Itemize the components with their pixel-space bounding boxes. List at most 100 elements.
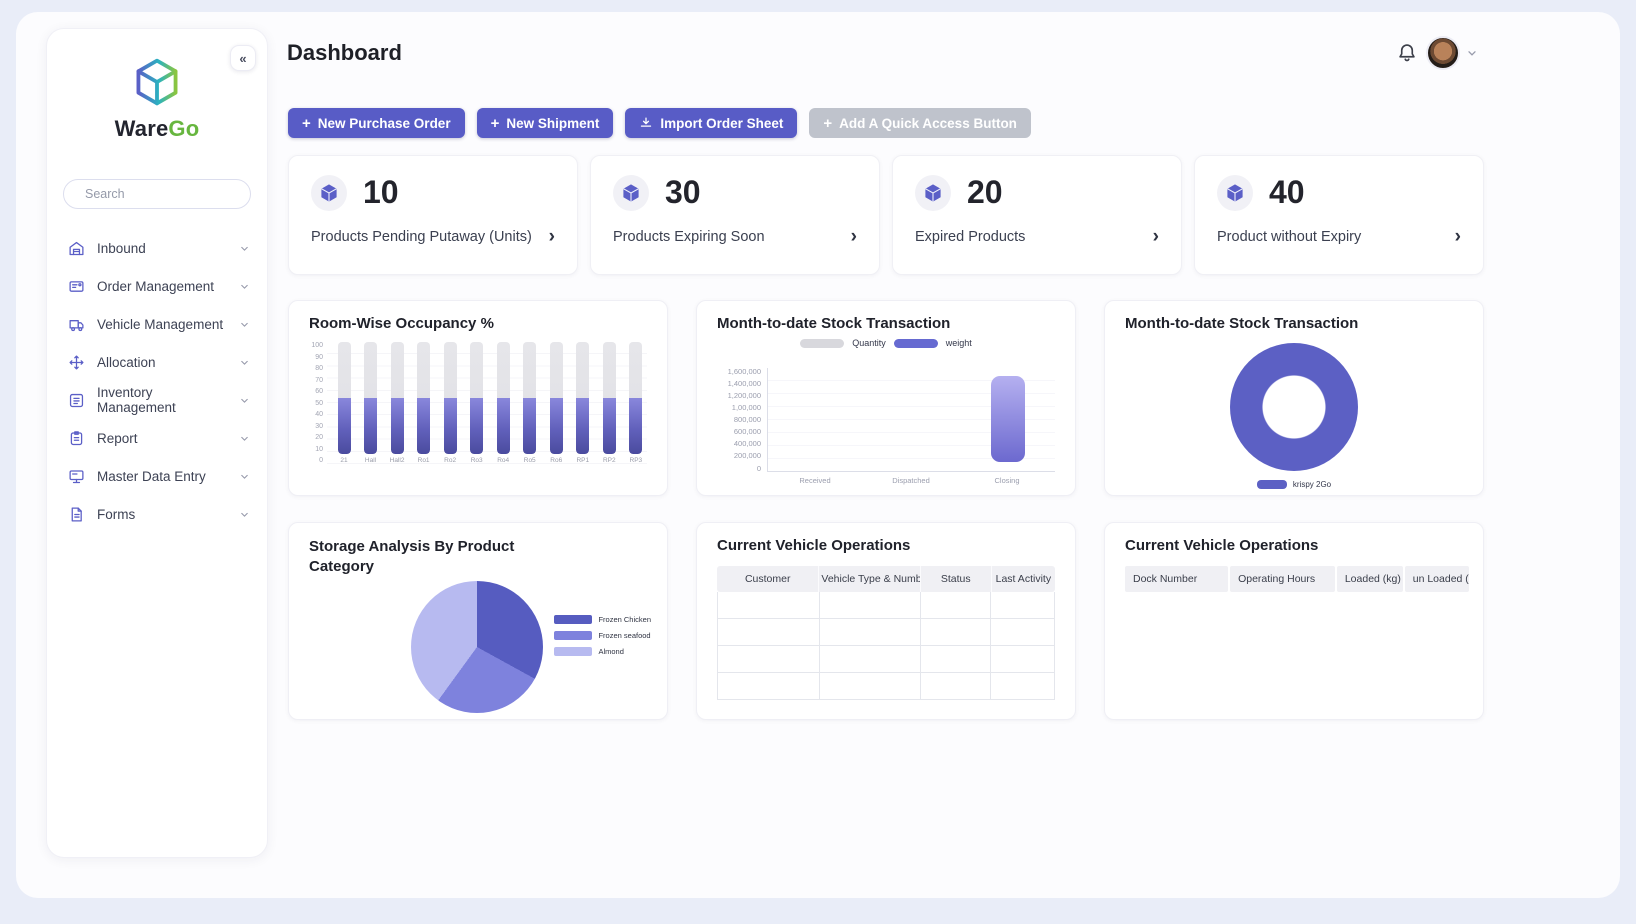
bar-track [576,342,589,454]
warehouse-icon [68,240,85,257]
vehicle-operations-title-1: Current Vehicle Operations [717,537,1055,554]
table-header-row: CustomerVehicle Type & NumberStatusLast … [717,566,1055,592]
chevron-right-icon[interactable]: › [549,227,555,246]
occupancy-bar [603,398,616,454]
stock-transaction-donut [1230,343,1358,471]
sidebar-item-vehicle-management[interactable]: Vehicle Management [59,305,259,343]
new-shipment-button[interactable]: +New Shipment [477,108,614,138]
notifications-bell-icon[interactable] [1394,41,1420,67]
occupancy-bar [364,398,377,454]
search-input[interactable] [83,186,248,202]
bottom-row: Storage Analysis By Product Category Fro… [288,522,1484,720]
y-tick-label: 1,400,000 [728,380,761,388]
quantity-legend-label: Quantity [852,338,886,348]
add-a-quick-access-button-button[interactable]: +Add A Quick Access Button [809,108,1031,138]
legend-item: Frozen seafood [554,631,651,640]
stat-label: Products Pending Putaway (Units) [311,229,532,245]
room-occupancy-chart: 1009080706050403020100 21HallHall2Ro1Ro2… [309,342,647,464]
table-cell [990,646,1054,672]
chevron-right-icon[interactable]: › [851,227,857,246]
sidebar-item-inventory-management[interactable]: Inventory Management [59,381,259,419]
search-box[interactable] [63,179,251,209]
stat-card-products-pending-putaway-units[interactable]: 10 Products Pending Putaway (Units) › [288,155,578,275]
bar-column: Ro3 [470,342,484,464]
table-cell [819,673,920,699]
user-menu-chevron-icon[interactable] [1466,46,1478,64]
stat-card-product-without-expiry[interactable]: 40 Product without Expiry› [1194,155,1484,275]
sidebar-item-master-data-entry[interactable]: Master Data Entry [59,457,259,495]
bar-label: Hall [365,457,376,464]
y-tick-label: 60 [315,388,323,395]
x-tick-label: Received [767,476,863,485]
truck-icon [68,316,85,333]
legend-item: Almond [554,647,651,656]
weight-legend-label: weight [946,338,972,348]
storage-analysis-title: Storage Analysis By Product Category [309,537,529,576]
stat-value: 20 [967,174,1003,211]
button-label: New Purchase Order [318,116,451,131]
y-tick-label: 90 [315,354,323,361]
column-header: Dock Number [1125,566,1228,592]
bar-column: RP2 [602,342,616,464]
import-order-sheet-button[interactable]: Import Order Sheet [625,108,797,138]
legend-swatch [554,615,592,624]
column-header: Loaded (kg) [1337,566,1403,592]
monitor-icon [68,468,85,485]
bar-track [523,342,536,454]
dashboard-page: « WareGo In [0,0,1636,924]
table-cell [990,673,1054,699]
bar-track [550,342,563,454]
y-tick-label: 1,00,000 [732,404,761,412]
user-avatar[interactable] [1426,36,1460,70]
chevron-down-icon [239,357,250,368]
vehicle-operations-table-1: CustomerVehicle Type & NumberStatusLast … [717,566,1055,700]
bar-track [629,342,642,454]
quantity-legend-swatch [800,339,844,348]
column-header: Status [920,566,991,592]
table-row [718,673,1054,700]
chevron-right-icon[interactable]: › [1153,227,1159,246]
occupancy-bar [391,398,404,454]
sidebar-item-report[interactable]: Report [59,419,259,457]
download-icon [639,116,653,130]
bar-column: Ro6 [549,342,563,464]
stat-card-products-expiring-soon[interactable]: 30 Products Expiring Soon› [590,155,880,275]
y-tick-label: 0 [319,457,323,464]
stat-icon-circle [1217,175,1253,211]
sidebar-item-label: Allocation [97,355,227,370]
button-label: New Shipment [506,116,599,131]
stat-icon-circle [915,175,951,211]
sidebar-item-inbound[interactable]: Inbound [59,229,259,267]
table-cell [920,646,991,672]
bar-track [603,342,616,454]
vehicle-operations-card-1: Current Vehicle Operations CustomerVehic… [696,522,1076,720]
stat-label: Products Expiring Soon [613,229,765,245]
sidebar-item-allocation[interactable]: Allocation [59,343,259,381]
storage-analysis-card: Storage Analysis By Product Category Fro… [288,522,668,720]
stat-icon-circle [311,175,347,211]
sidebar-item-order-management[interactable]: Order Management [59,267,259,305]
stat-value: 10 [363,174,399,211]
column-header: Customer [717,566,818,592]
room-occupancy-card: Room-Wise Occupancy % 100908070605040302… [288,300,668,496]
new-purchase-order-button[interactable]: +New Purchase Order [288,108,465,138]
room-occupancy-title: Room-Wise Occupancy % [309,315,647,332]
y-tick-label: 20 [315,434,323,441]
sidebar-item-forms[interactable]: Forms [59,495,259,533]
bar-column: Hall2 [390,342,404,464]
plus-icon: + [823,116,832,131]
legend-label: Frozen seafood [598,631,650,640]
occupancy-bar [338,398,351,454]
product-box-icon [621,183,641,203]
bar-track [338,342,351,454]
column-header: Last Activity [991,566,1055,592]
sidebar-item-label: Report [97,431,227,446]
weight-legend-swatch [894,339,938,348]
occupancy-bar [444,398,457,454]
room-occupancy-bars: 21HallHall2Ro1Ro2Ro3Ro4Ro5Ro6RP1RP2RP3 [327,342,647,464]
stat-card-expired-products[interactable]: 20 Expired Products› [892,155,1182,275]
bar-track [391,342,404,454]
table-row [718,592,1054,619]
chevron-right-icon[interactable]: › [1455,227,1461,246]
y-tick-label: 50 [315,400,323,407]
